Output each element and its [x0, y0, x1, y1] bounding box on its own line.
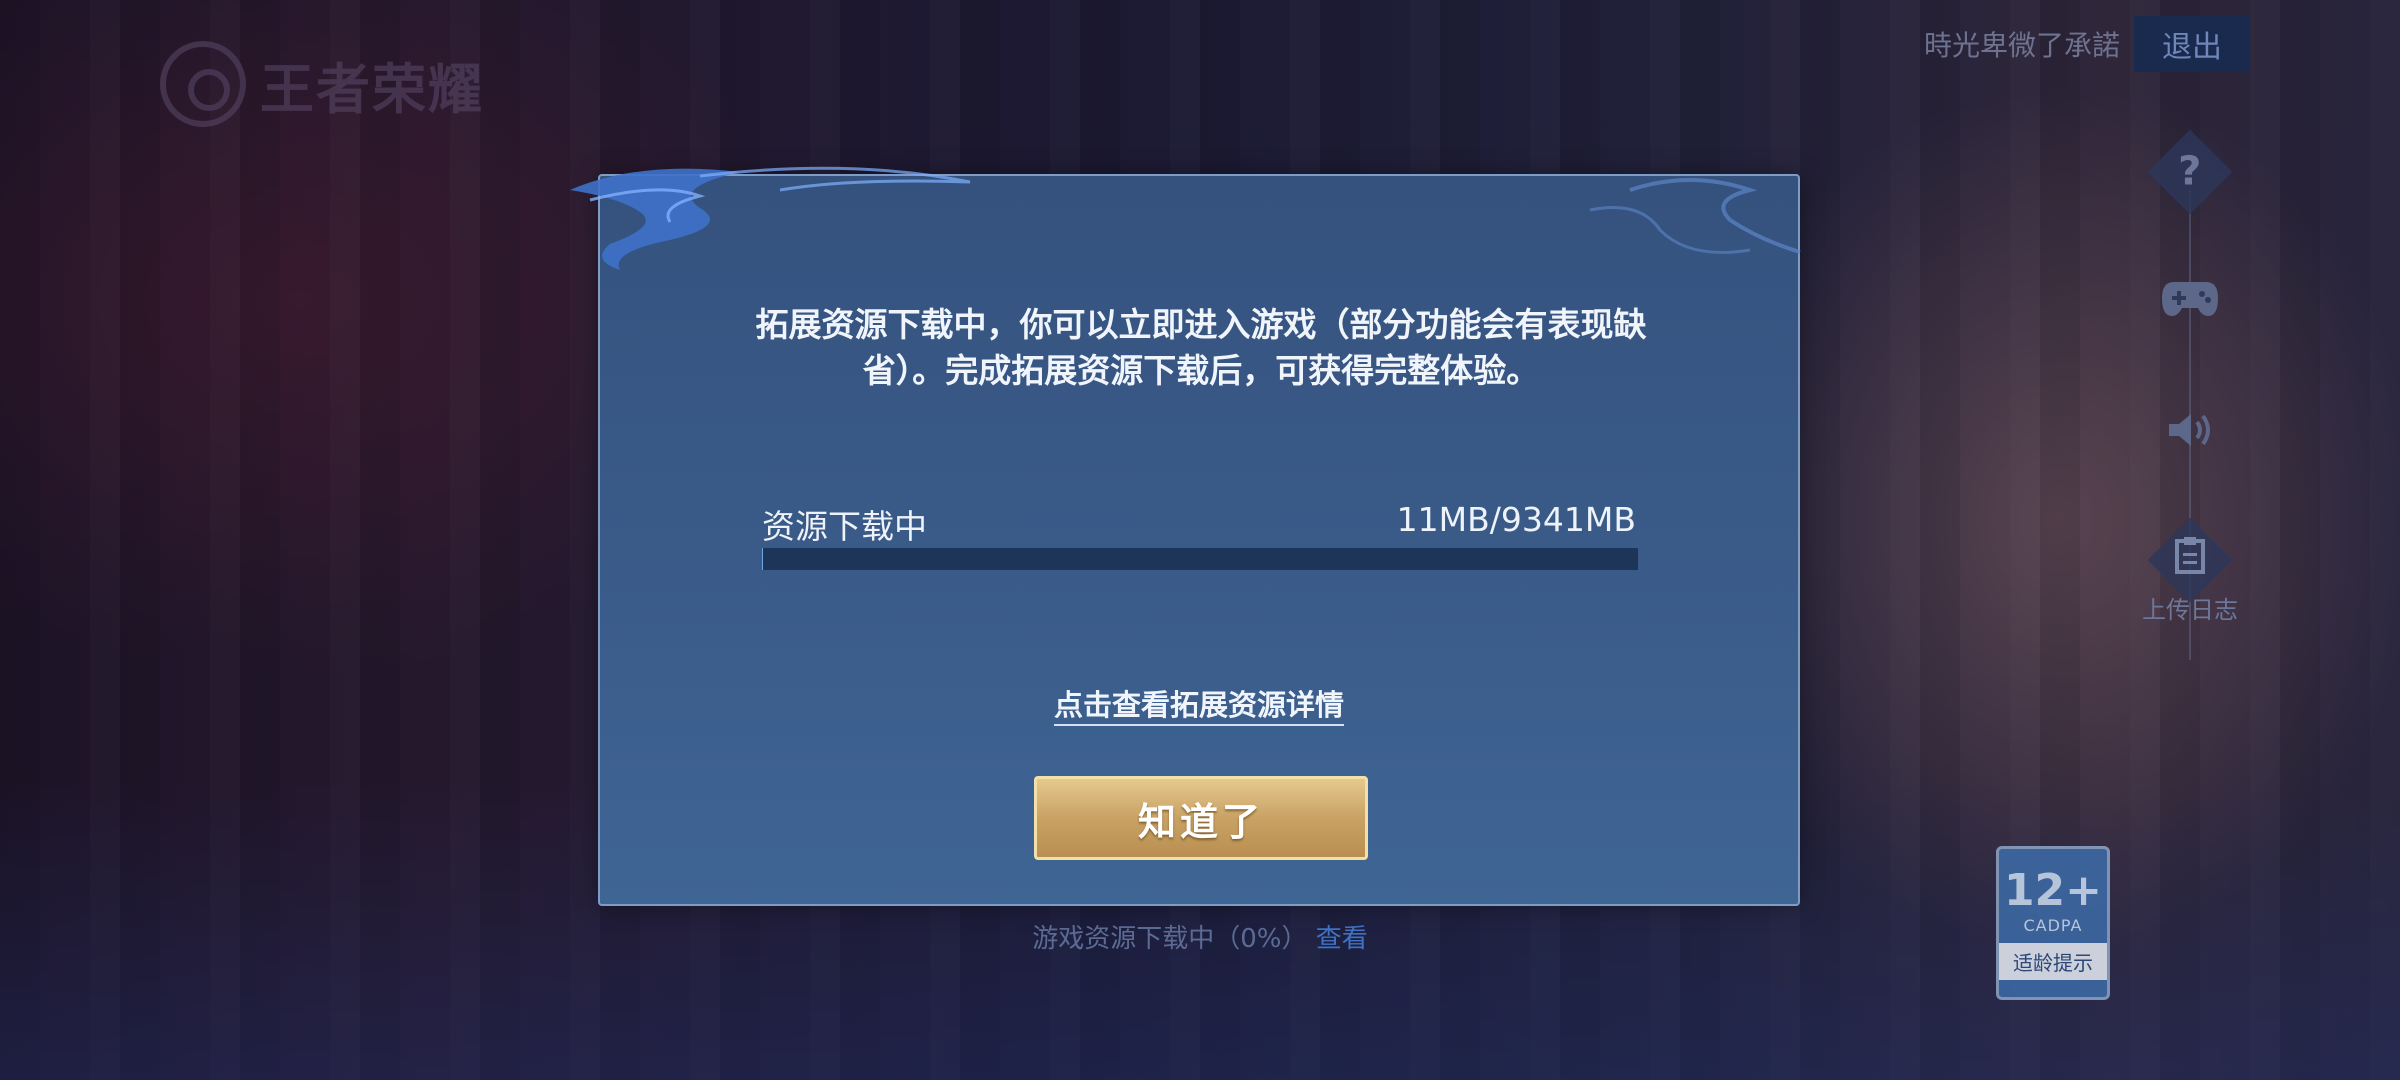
question-icon: ? [2178, 148, 2202, 195]
game-logo: 王者荣耀 [160, 36, 484, 132]
age-rating-number: 12+ [2003, 865, 2103, 916]
sound-button[interactable] [2154, 394, 2226, 466]
resource-details-link-row: 点击查看拓展资源详情 [600, 682, 1798, 726]
progress-value: 11MB/9341MB [1396, 500, 1636, 539]
resource-download-dialog: 拓展资源下载中，你可以立即进入游戏（部分功能会有表现缺省）。完成拓展资源下载后，… [598, 174, 1800, 906]
download-status-text: 游戏资源下载中（0%） [1032, 924, 1308, 954]
controller-button[interactable] [2154, 262, 2226, 334]
gamepad-icon [2162, 282, 2218, 316]
got-it-button[interactable]: 知道了 [1034, 776, 1368, 860]
logo-emblem-icon [160, 41, 246, 127]
progress-label: 资源下载中 [762, 507, 927, 546]
progress-bar-fill [762, 548, 764, 570]
dialog-message: 拓展资源下载中，你可以立即进入游戏（部分功能会有表现缺省）。完成拓展资源下载后，… [755, 305, 1647, 390]
resource-details-link[interactable]: 点击查看拓展资源详情 [1053, 688, 1344, 726]
view-download-link[interactable]: 查看 [1316, 924, 1368, 954]
clipboard-icon [2174, 536, 2206, 584]
logout-button[interactable]: 退出 [2134, 16, 2250, 72]
download-status: 游戏资源下载中（0%） 查看 [0, 918, 2400, 955]
speaker-icon [2169, 414, 2210, 446]
upload-log-label: 上传日志 [2142, 596, 2238, 624]
progress-bar [762, 548, 1638, 570]
account-name: 時光卑微了承諾 [1923, 29, 2120, 62]
logo-text: 王者荣耀 [260, 57, 484, 121]
